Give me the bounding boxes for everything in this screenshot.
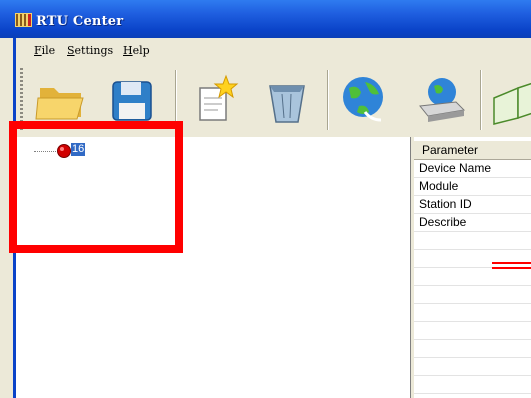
grid-row[interactable]: Describe <box>414 214 531 232</box>
open-book-icon[interactable] <box>488 70 531 128</box>
grid-row-empty[interactable] <box>414 286 531 304</box>
parameter-grid: Parameter Device Name Module Station ID … <box>414 141 531 398</box>
grid-cell: Module <box>419 179 459 193</box>
grid-row-empty[interactable] <box>414 304 531 322</box>
grid-row-empty[interactable] <box>414 232 531 250</box>
grid-row-empty[interactable] <box>414 376 531 394</box>
menu-file[interactable]: File <box>34 44 55 57</box>
grid-cell: Device Name <box>419 161 492 175</box>
toolbar-separator <box>480 70 481 130</box>
open-folder-icon[interactable] <box>32 70 90 128</box>
grid-row-empty[interactable] <box>414 268 531 286</box>
grid-cell: Describe <box>419 215 467 229</box>
network-device-icon[interactable] <box>412 70 470 128</box>
save-disk-icon[interactable] <box>103 70 161 128</box>
grid-row-empty[interactable] <box>414 322 531 340</box>
grid-row[interactable]: Station ID <box>414 196 531 214</box>
delete-bin-icon[interactable] <box>258 70 316 128</box>
menu-settings[interactable]: Settings <box>67 44 113 57</box>
connect-globe-icon[interactable] <box>335 70 393 128</box>
title-bar: RTU Center <box>0 0 531 38</box>
grid-row-empty[interactable] <box>414 358 531 376</box>
arrow-annotation <box>492 262 531 269</box>
grid-row[interactable]: Device Name <box>414 160 531 178</box>
menu-help[interactable]: Help <box>123 44 150 57</box>
grid-row-empty[interactable] <box>414 340 531 358</box>
grid-header-parameter[interactable]: Parameter <box>414 141 531 160</box>
grid-header-label: Parameter <box>422 143 479 157</box>
app-icon <box>15 13 32 27</box>
grid-cell: Station ID <box>419 197 472 211</box>
new-document-icon[interactable] <box>186 70 244 128</box>
window-title: RTU Center <box>36 14 124 29</box>
grid-row[interactable]: Module <box>414 178 531 196</box>
highlight-box-annotation <box>9 121 183 253</box>
toolbar-separator <box>327 70 328 130</box>
menu-bar: File Settings Help <box>0 38 531 62</box>
